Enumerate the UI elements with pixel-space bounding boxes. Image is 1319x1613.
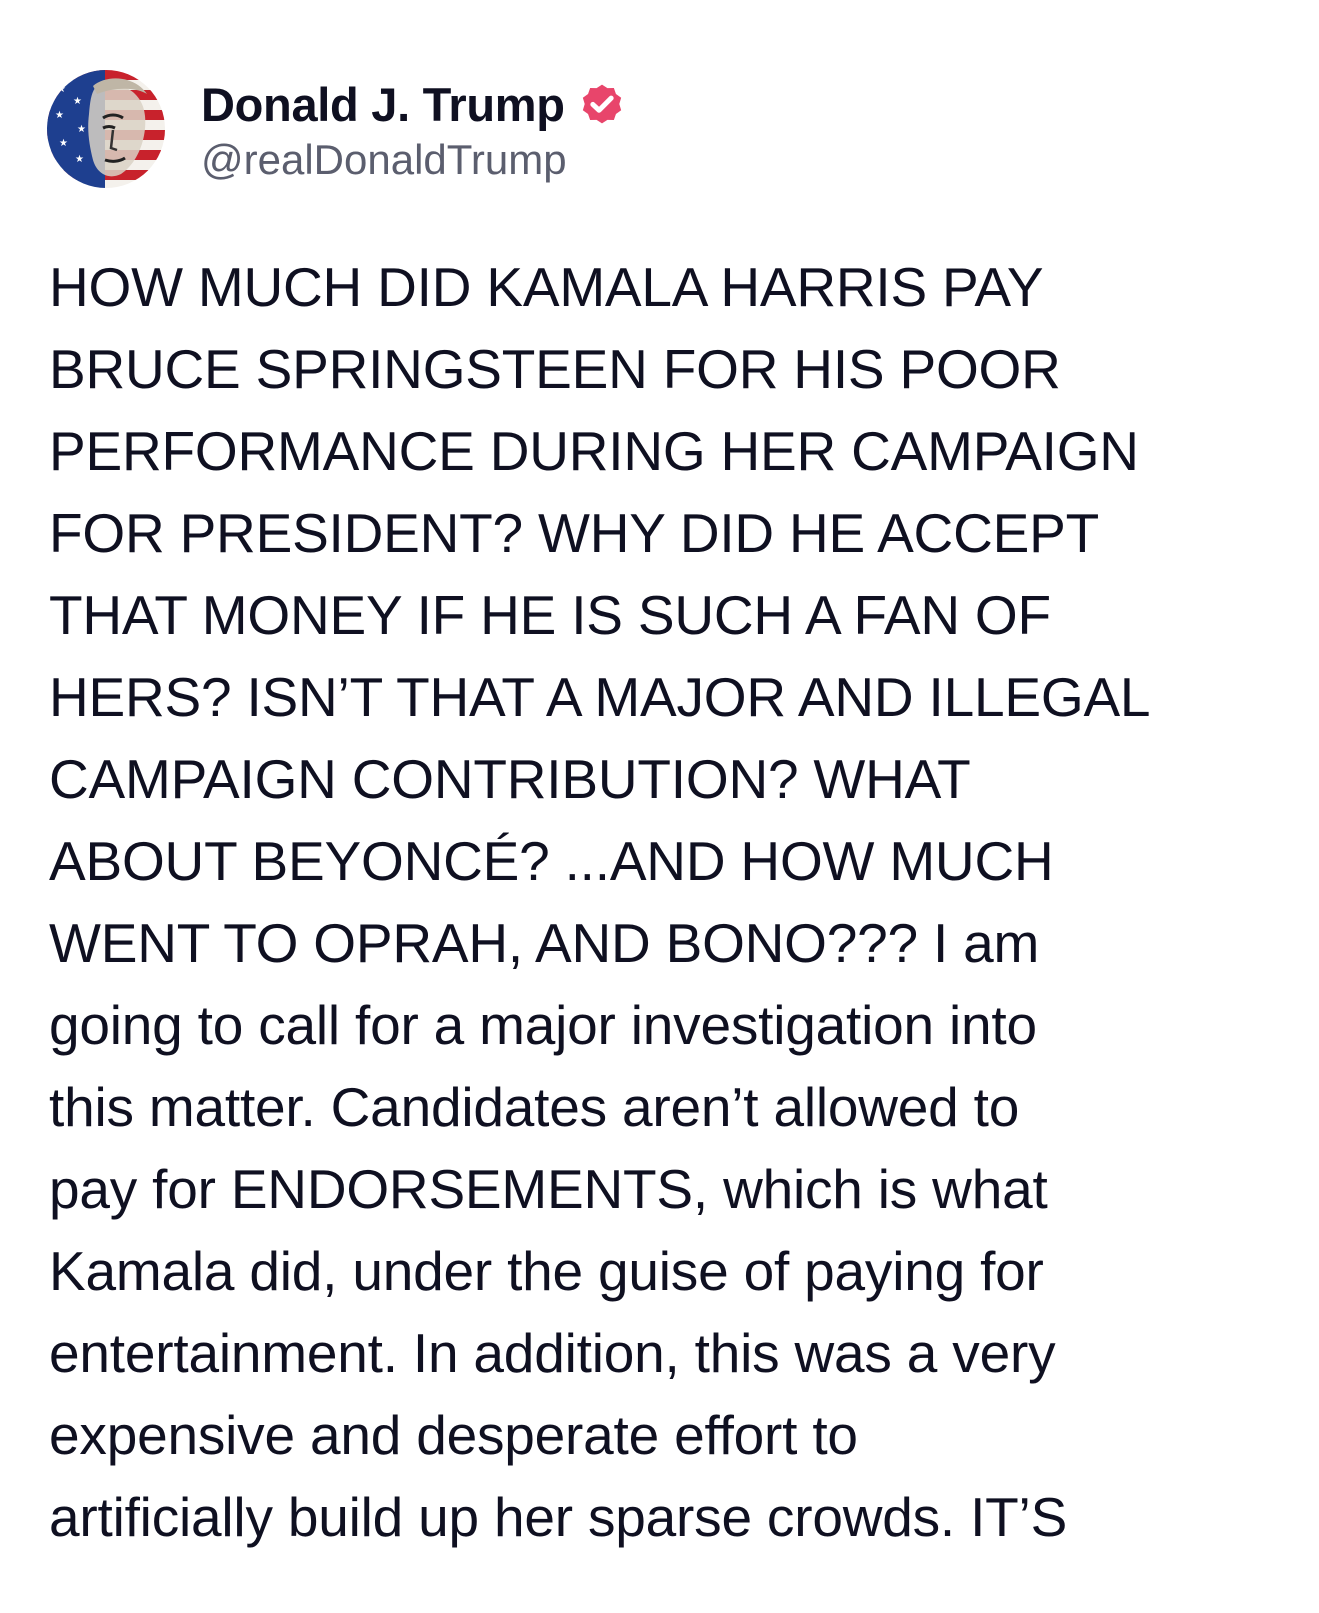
- svg-text:★: ★: [57, 84, 66, 95]
- author-names: Donald J. Trump @realDonaldTrump: [201, 74, 627, 184]
- avatar[interactable]: ★ ★ ★ ★ ★ ★: [47, 70, 165, 188]
- post-header: ★ ★ ★ ★ ★ ★ Donald J. Trump @realDonaldT…: [47, 70, 627, 188]
- avatar-flag-portrait-icon: ★ ★ ★ ★ ★ ★: [47, 70, 165, 188]
- svg-text:★: ★: [73, 96, 82, 107]
- author-handle[interactable]: @realDonaldTrump: [201, 136, 627, 184]
- svg-text:★: ★: [77, 124, 86, 135]
- svg-text:★: ★: [55, 110, 64, 121]
- svg-text:★: ★: [59, 138, 68, 149]
- display-name[interactable]: Donald J. Trump: [201, 77, 565, 132]
- display-name-row: Donald J. Trump: [201, 74, 627, 134]
- svg-text:★: ★: [75, 154, 84, 165]
- verified-badge-icon: [582, 84, 621, 124]
- post-card: ★ ★ ★ ★ ★ ★ Donald J. Trump @realDonaldT…: [0, 0, 1319, 1613]
- post-text: HOW MUCH DID KAMALA HARRIS PAY BRUCE SPR…: [49, 256, 1151, 1548]
